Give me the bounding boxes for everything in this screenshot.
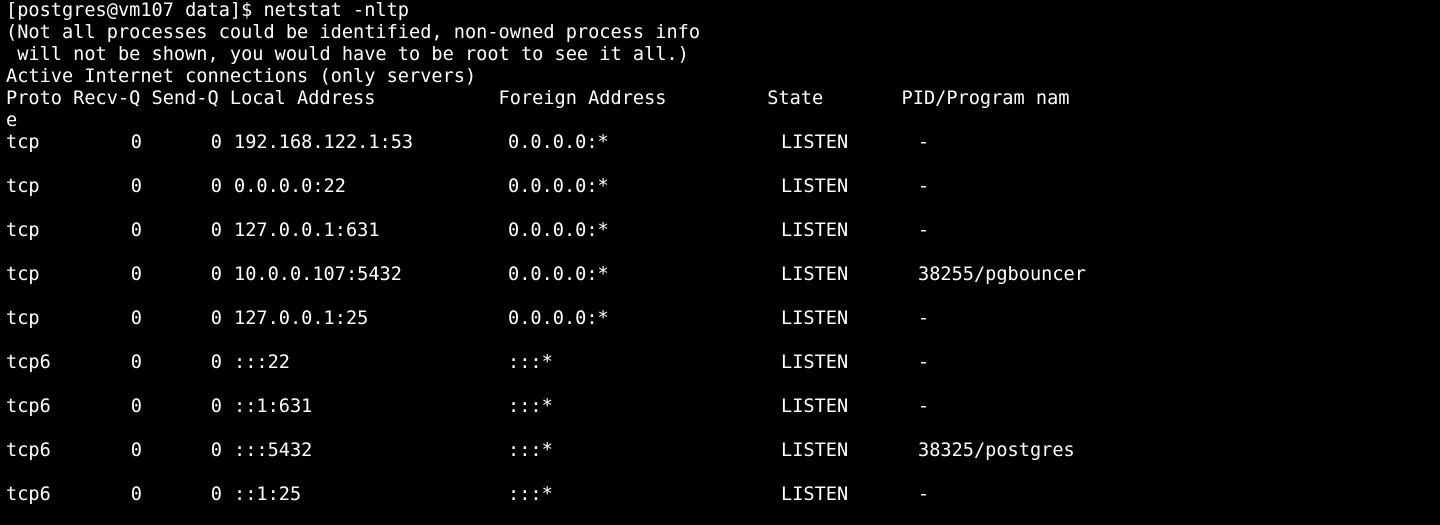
foreign-address-cell: :::* bbox=[508, 484, 553, 505]
local-address-cell: 10.0.0.107:5432 bbox=[234, 264, 402, 285]
local-address-cell: 127.0.0.1:25 bbox=[234, 308, 369, 329]
notice-line-1: (Not all processes could be identified, … bbox=[6, 22, 701, 43]
connections-table: tcp 0 0 192.168.122.1:53 0.0.0.0:* LISTEN - tcp… bbox=[6, 132, 1440, 506]
send-q-cell: 0 bbox=[210, 264, 222, 285]
send-q-cell: 0 bbox=[210, 132, 222, 153]
local-address-cell: :::22 bbox=[234, 352, 290, 373]
foreign-address-cell: 0.0.0.0:* bbox=[508, 220, 609, 241]
table-row: tcp 0 0 0.0.0.0:22 0.0.0.0:* LISTEN - bbox=[6, 176, 1440, 198]
foreign-address-cell: :::* bbox=[508, 396, 553, 417]
send-q-cell: 0 bbox=[210, 308, 222, 329]
pid-program-cell: - bbox=[918, 396, 930, 417]
table-header-wrap: e bbox=[6, 110, 18, 131]
section-title: Active Internet connections (only server… bbox=[6, 66, 477, 87]
local-address-cell: ::1:631 bbox=[234, 396, 313, 417]
send-q-cell: 0 bbox=[210, 484, 222, 505]
pid-program-cell: 38255/pgbouncer bbox=[918, 264, 1086, 285]
notice-line-2: will not be shown, you would have to be … bbox=[6, 44, 689, 65]
pid-program-cell: - bbox=[918, 176, 930, 197]
state-cell: LISTEN bbox=[781, 308, 849, 329]
table-row: tcp6 0 0:::22:::* LISTEN - bbox=[6, 352, 1440, 374]
send-q-cell: 0 bbox=[210, 176, 222, 197]
foreign-address-cell: 0.0.0.0:* bbox=[508, 264, 609, 285]
table-header: Proto Recv-Q Send-Q Local Address Foreig… bbox=[6, 88, 1070, 109]
local-address-cell: 192.168.122.1:53 bbox=[234, 132, 414, 153]
send-q-cell: 0 bbox=[210, 396, 222, 417]
table-row: tcp 0 0 10.0.0.107:5432 0.0.0.0:* LISTEN 38255… bbox=[6, 264, 1440, 286]
local-address-cell: 0.0.0.0:22 bbox=[234, 176, 346, 197]
local-address-cell: 127.0.0.1:631 bbox=[234, 220, 380, 241]
foreign-address-cell: 0.0.0.0:* bbox=[508, 132, 609, 153]
local-address-cell: ::1:25 bbox=[234, 484, 302, 505]
table-row: tcp 0 0 192.168.122.1:53 0.0.0.0:* LISTEN - bbox=[6, 132, 1440, 154]
state-cell: LISTEN bbox=[781, 484, 849, 505]
pid-program-cell: - bbox=[918, 308, 930, 329]
foreign-address-cell: :::* bbox=[508, 440, 553, 461]
send-q-cell: 0 bbox=[210, 352, 222, 373]
table-row: tcp 0 0 127.0.0.1:631 0.0.0.0:* LISTEN - bbox=[6, 220, 1440, 242]
foreign-address-cell: 0.0.0.0:* bbox=[508, 176, 609, 197]
state-cell: LISTEN bbox=[781, 264, 849, 285]
command-prompt-line: [postgres@vm107 data]$ netstat -nltp bbox=[6, 0, 409, 21]
state-cell: LISTEN bbox=[781, 132, 849, 153]
table-row: tcp6 0 0::1:25:::* LISTEN - bbox=[6, 484, 1440, 506]
state-cell: LISTEN bbox=[781, 396, 849, 417]
table-row: tcp6 0 0:::5432:::* LISTEN 38325/postgres bbox=[6, 440, 1440, 462]
pid-program-cell: - bbox=[918, 132, 930, 153]
pid-program-cell: - bbox=[918, 484, 930, 505]
local-address-cell: :::5432 bbox=[234, 440, 313, 461]
terminal-window[interactable]: [postgres@vm107 data]$ netstat -nltp (No… bbox=[0, 0, 1440, 525]
foreign-address-cell: 0.0.0.0:* bbox=[508, 308, 609, 329]
pid-program-cell: - bbox=[918, 220, 930, 241]
state-cell: LISTEN bbox=[781, 176, 849, 197]
table-row: tcp6 0 0::1:631:::* LISTEN - bbox=[6, 396, 1440, 418]
pid-program-cell: - bbox=[918, 352, 930, 373]
state-cell: LISTEN bbox=[781, 440, 849, 461]
send-q-cell: 0 bbox=[210, 220, 222, 241]
pid-program-cell: 38325/postgres bbox=[918, 440, 1075, 461]
table-row: tcp 0 0 127.0.0.1:25 0.0.0.0:* LISTEN - bbox=[6, 308, 1440, 330]
send-q-cell: 0 bbox=[210, 440, 222, 461]
foreign-address-cell: :::* bbox=[508, 352, 553, 373]
state-cell: LISTEN bbox=[781, 220, 849, 241]
state-cell: LISTEN bbox=[781, 352, 849, 373]
